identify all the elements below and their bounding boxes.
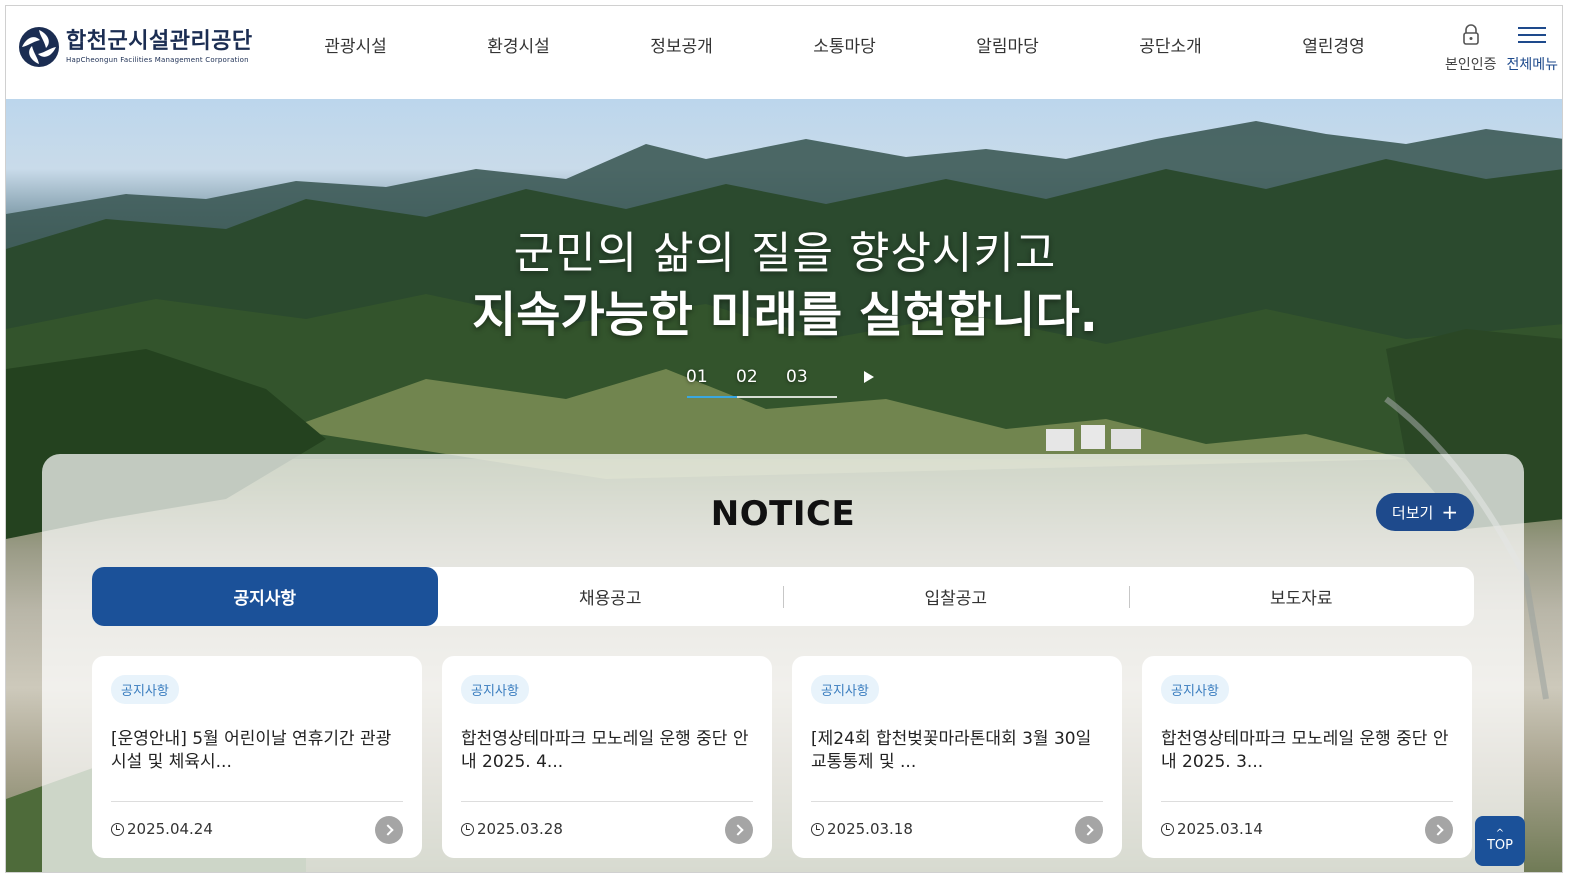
divider <box>111 801 403 802</box>
notice-card[interactable]: 공지사항 합천영상테마파크 모노레일 운행 중단 안내 2025. 4... 2… <box>442 656 772 858</box>
notice-card-list: 공지사항 [운영안내] 5월 어린이날 연휴기간 관광시설 및 체육시... 2… <box>92 656 1472 858</box>
category-badge: 공지사항 <box>111 675 179 704</box>
slide-progress-fill <box>687 396 737 398</box>
chevron-right-icon[interactable] <box>1075 816 1103 844</box>
nav-item-info-disclosure[interactable]: 정보공개 <box>600 6 763 99</box>
tab-bids[interactable]: 입찰공고 <box>783 567 1129 626</box>
notice-tabs: 공지사항 채용공고 입찰공고 보도자료 <box>92 567 1474 626</box>
top-button-label: TOP <box>1486 837 1513 853</box>
chevron-up-icon: ^ <box>1495 827 1505 839</box>
clock-icon <box>461 822 474 836</box>
tab-press-releases[interactable]: 보도자료 <box>1128 567 1475 626</box>
clock-icon <box>811 822 824 836</box>
hero-headline-line2: 지속가능한 미래를 실현합니다. <box>472 287 1098 343</box>
main-navigation: 관광시설 환경시설 정보공개 소통마당 알림마당 공단소개 열린경영 <box>274 6 1415 99</box>
nav-item-tourism[interactable]: 관광시설 <box>274 6 437 99</box>
logo-emblem-icon <box>18 26 60 68</box>
notice-card-date: 2025.04.24 <box>111 820 213 838</box>
slide-indicator-03[interactable]: 03 <box>786 367 836 387</box>
notice-card-title: 합천영상테마파크 모노레일 운행 중단 안내 2025. 4... <box>461 729 749 772</box>
date-text: 2025.03.28 <box>477 820 563 838</box>
hero-slider: 군민의 삶의 질을 향상시키고 지속가능한 미래를 실현합니다. 01 02 0… <box>6 99 1562 872</box>
nav-item-notices[interactable]: 알림마당 <box>926 6 1089 99</box>
date-text: 2025.03.18 <box>827 820 913 838</box>
utility-menu: 본인인증 전체메뉴 <box>1445 20 1558 74</box>
category-badge: 공지사항 <box>1161 675 1229 704</box>
play-icon[interactable] <box>864 371 874 383</box>
category-badge: 공지사항 <box>461 675 529 704</box>
chevron-right-icon[interactable] <box>375 816 403 844</box>
site-header: 합천군시설관리공단 HapCheongun Facilities Managem… <box>6 6 1562 99</box>
slide-progress-bar <box>687 396 837 398</box>
notice-card-date: 2025.03.18 <box>811 820 913 838</box>
notice-card[interactable]: 공지사항 합천영상테마파크 모노레일 운행 중단 안내 2025. 3... 2… <box>1142 656 1472 858</box>
divider <box>811 801 1103 802</box>
identity-verification-button[interactable]: 본인인증 <box>1444 20 1497 74</box>
date-text: 2025.03.14 <box>1177 820 1263 838</box>
site-logo[interactable]: 합천군시설관리공단 HapCheongun Facilities Managem… <box>18 26 253 68</box>
tab-recruitment[interactable]: 채용공고 <box>438 567 784 626</box>
category-badge: 공지사항 <box>811 675 879 704</box>
browser-viewport: 합천군시설관리공단 HapCheongun Facilities Managem… <box>5 5 1563 873</box>
divider <box>461 801 753 802</box>
notice-card[interactable]: 공지사항 [운영안내] 5월 어린이날 연휴기간 관광시설 및 체육시... 2… <box>92 656 422 858</box>
full-menu-label: 전체메뉴 <box>1506 57 1558 73</box>
notice-card-title: [제24회 합천벚꽃마라톤대회 3월 30일 교통통제 및 ... <box>811 729 1092 772</box>
hero-headline-line1: 군민의 삶의 질을 향상시키고 <box>513 228 1057 279</box>
nav-item-communication[interactable]: 소통마당 <box>763 6 926 99</box>
notice-card-title: [운영안내] 5월 어린이날 연휴기간 관광시설 및 체육시... <box>111 729 392 772</box>
notice-card[interactable]: 공지사항 [제24회 합천벚꽃마라톤대회 3월 30일 교통통제 및 ... 2… <box>792 656 1122 858</box>
more-button-label: 더보기 <box>1391 503 1434 522</box>
notice-card-date: 2025.03.28 <box>461 820 563 838</box>
more-button[interactable]: 더보기 + <box>1376 493 1474 531</box>
chevron-right-icon[interactable] <box>1425 816 1453 844</box>
notice-section-title: NOTICE <box>710 494 856 534</box>
clock-icon <box>111 822 124 836</box>
nav-item-about[interactable]: 공단소개 <box>1089 6 1252 99</box>
nav-item-environment[interactable]: 환경시설 <box>437 6 600 99</box>
scroll-to-top-button[interactable]: ^ TOP <box>1475 816 1525 866</box>
tab-notices[interactable]: 공지사항 <box>92 567 438 626</box>
clock-icon <box>1161 822 1174 836</box>
slide-indicator-01[interactable]: 01 <box>686 367 736 387</box>
slide-indicator-02[interactable]: 02 <box>736 367 786 387</box>
hamburger-menu-icon <box>1518 20 1547 50</box>
notice-panel: NOTICE 더보기 + 공지사항 채용공고 입찰공고 보도자료 공지사항 [운… <box>42 454 1524 872</box>
date-text: 2025.04.24 <box>127 820 213 838</box>
lock-icon <box>1462 20 1480 50</box>
full-menu-button[interactable]: 전체메뉴 <box>1506 20 1558 74</box>
chevron-right-icon[interactable] <box>725 816 753 844</box>
logo-subtitle: HapCheongun Facilities Management Corpor… <box>66 56 249 64</box>
logo-title: 합천군시설관리공단 <box>66 29 253 54</box>
notice-card-date: 2025.03.14 <box>1161 820 1263 838</box>
identity-verification-label: 본인인증 <box>1444 57 1497 73</box>
divider <box>1161 801 1453 802</box>
plus-icon: + <box>1441 500 1459 524</box>
slide-pager: 01 02 03 <box>686 367 874 387</box>
nav-item-open-management[interactable]: 열린경영 <box>1252 6 1415 99</box>
notice-card-title: 합천영상테마파크 모노레일 운행 중단 안내 2025. 3... <box>1161 729 1449 772</box>
